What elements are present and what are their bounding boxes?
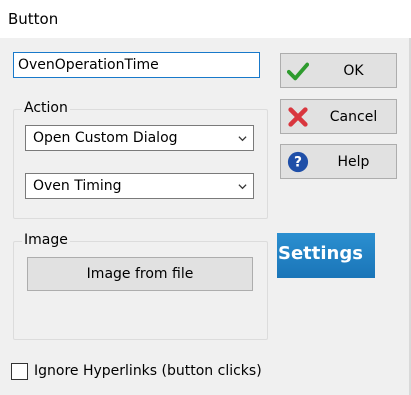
ignore-hyperlinks-label: Ignore Hyperlinks (button clicks) [34,363,262,379]
ignore-hyperlinks-checkbox[interactable] [11,363,28,380]
cancel-button-label: Cancel [329,108,378,125]
chevron-down-icon [238,136,247,142]
cancel-button[interactable]: Cancel [280,99,397,134]
chevron-down-icon [238,184,247,190]
name-field[interactable] [13,52,260,78]
action-select[interactable]: Open Custom Dialog [25,125,254,151]
image-group-label: Image [22,232,70,248]
ok-button-label: OK [343,62,364,79]
dialog-select-value: Oven Timing [33,178,122,194]
window-title: Button [8,10,59,28]
ok-button[interactable]: OK [280,53,397,88]
action-select-value: Open Custom Dialog [33,130,178,146]
title-bar: Button [0,0,411,38]
dialog-select[interactable]: Oven Timing [25,173,254,199]
help-button-label: Help [337,153,370,170]
image-from-file-button[interactable]: Image from file [27,257,253,291]
action-group-label: Action [22,100,70,116]
settings-button[interactable]: Settings [277,233,375,278]
help-button[interactable]: ? Help [280,144,397,179]
